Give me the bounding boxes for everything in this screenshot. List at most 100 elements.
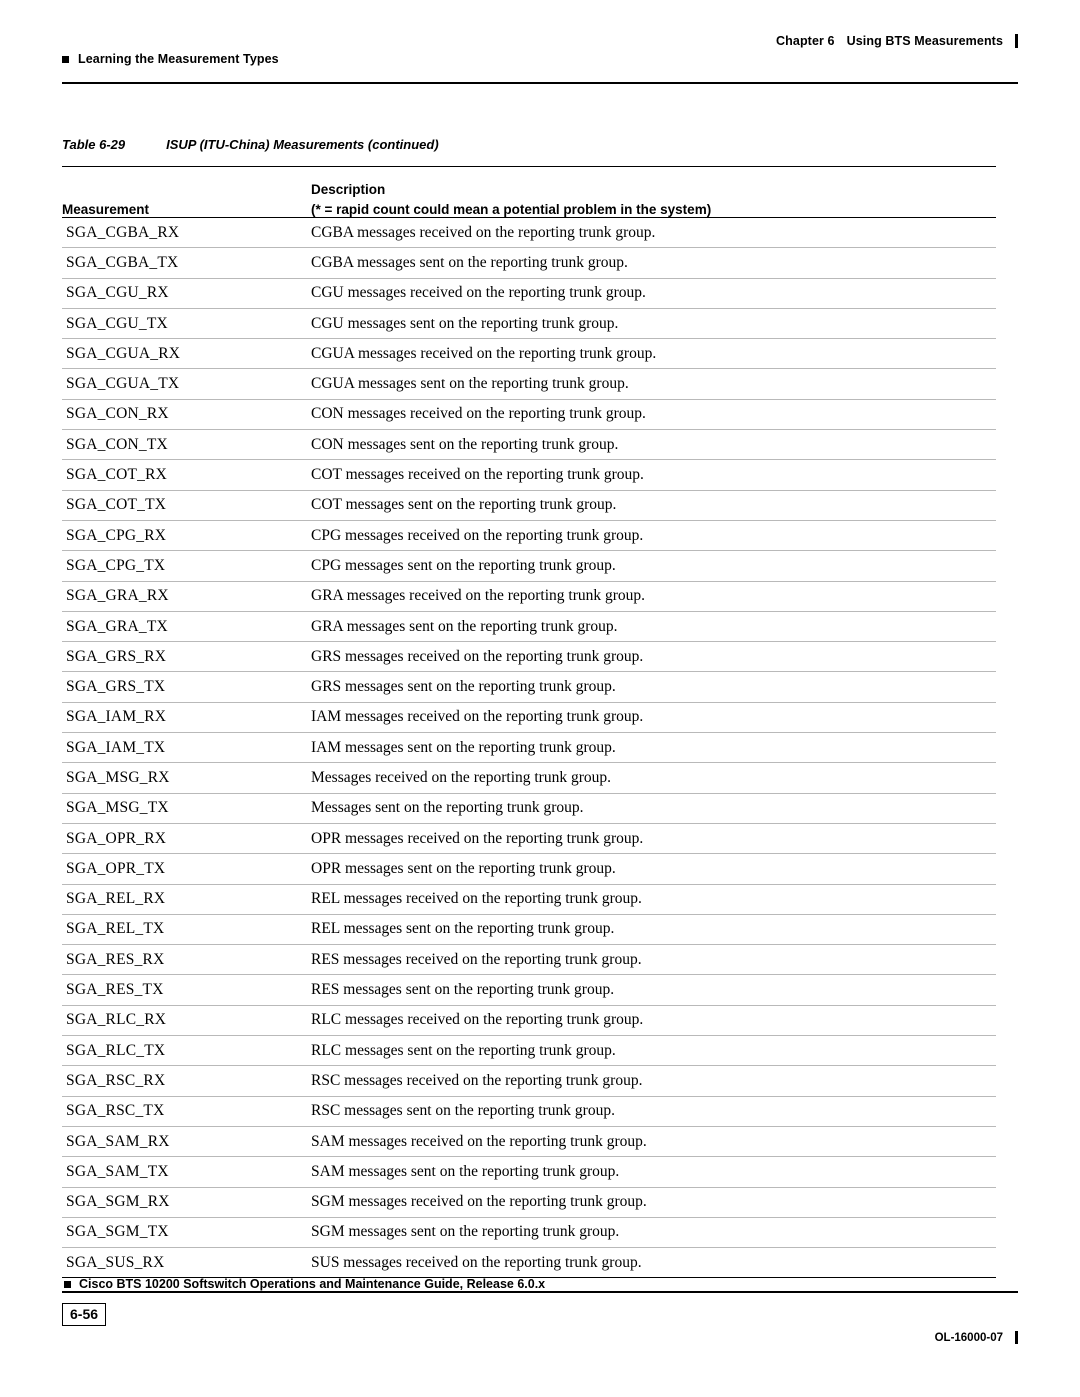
cell-description: CPG messages received on the reporting t… [307,520,996,552]
table-row: SGA_CPG_RX CPG messages received on the r… [62,520,996,552]
table-row: SGA_SUS_RX SUS messages received on the r… [62,1247,996,1279]
table-body: SGA_CGBA_RX CGBA messages received on the… [62,217,996,1279]
table-row: SGA_RES_TX RES messages sent on the repor… [62,974,996,1006]
cell-description: CGBA messages sent on the reporting trun… [307,247,996,279]
cell-description: GRS messages received on the reporting t… [307,641,996,673]
cell-measurement: SGA_GRA_TX [62,611,307,643]
cell-description: Messages received on the reporting trunk… [307,762,996,794]
table-row: SGA_GRS_TX GRS messages sent on the repor… [62,671,996,703]
cell-description: OPR messages received on the reporting t… [307,823,996,855]
footer-doc-id: OL-16000-07 [935,1331,1018,1344]
header-chapter-label: Chapter 6 [776,34,835,48]
cell-measurement: SGA_REL_TX [62,914,307,946]
cell-measurement: SGA_CPG_RX [62,520,307,552]
cell-description: CON messages received on the reporting t… [307,399,996,431]
header-chapter-info: Chapter 6 Using BTS Measurements [776,34,1018,48]
cell-description: REL messages received on the reporting t… [307,884,996,915]
cell-description: IAM messages sent on the reporting trunk… [307,732,996,764]
cell-description: CON messages sent on the reporting trunk… [307,429,996,461]
table-row: SGA_CGBA_TX CGBA messages sent on the rep… [62,247,996,279]
square-bullet-icon [62,55,69,63]
cell-measurement: SGA_CGUA_RX [62,338,307,370]
cell-description: CGU messages received on the reporting t… [307,278,996,309]
table-row: SGA_IAM_TX IAM messages sent on the repor… [62,732,996,764]
footer-square-bullet-icon [64,1281,71,1288]
cell-description: GRS messages sent on the reporting trunk… [307,671,996,703]
cell-description: CGU messages sent on the reporting trunk… [307,308,996,340]
cell-measurement: SGA_MSG_RX [62,762,307,794]
cell-measurement: SGA_GRS_RX [62,641,307,673]
cell-description: RES messages received on the reporting t… [307,944,996,976]
table-row: SGA_RES_RX RES messages received on the r… [62,944,996,976]
footer-guide-title: Cisco BTS 10200 Softswitch Operations an… [79,1277,546,1291]
footer-divider [62,1291,1018,1293]
cell-description: IAM messages received on the reporting t… [307,702,996,734]
column-header-measurement: Measurement [62,166,307,218]
cell-description: RES messages sent on the reporting trunk… [307,974,996,1006]
cell-measurement: SGA_COT_RX [62,459,307,491]
table-row: SGA_MSG_TX Messages sent on the reporting… [62,793,996,824]
cell-description: CGBA messages received on the reporting … [307,217,996,249]
table-row: SGA_CGUA_RX CGUA messages received on the… [62,338,996,370]
cell-measurement: SGA_SAM_TX [62,1156,307,1188]
table-caption-title: ISUP (ITU-China) Measurements (continued… [166,137,439,152]
cell-description: RSC messages received on the reporting t… [307,1065,996,1097]
cell-measurement: SGA_RSC_TX [62,1096,307,1127]
table-row: SGA_SGM_TX SGM messages sent on the repor… [62,1217,996,1249]
table-row: SGA_SGM_RX SGM messages received on the r… [62,1187,996,1218]
cell-measurement: SGA_CPG_TX [62,550,307,582]
table-row: SGA_CPG_TX CPG messages sent on the repor… [62,550,996,582]
page-number: 6-56 [62,1303,107,1326]
cell-measurement: SGA_SAM_RX [62,1126,307,1158]
table-row: SGA_REL_TX REL messages sent on the repor… [62,914,996,946]
table-row: SGA_IAM_RX IAM messages received on the r… [62,702,996,734]
table-header: Measurement Description (* = rapid count… [62,166,996,218]
header-chapter-title: Using BTS Measurements [846,34,1003,48]
cell-description: SGM messages sent on the reporting trunk… [307,1217,996,1249]
cell-measurement: SGA_IAM_TX [62,732,307,764]
cell-measurement: SGA_OPR_RX [62,823,307,855]
measurements-table: Measurement Description (* = rapid count… [62,166,996,1279]
footer-doc-id-text: OL-16000-07 [934,1331,1003,1344]
table-row: SGA_GRS_RX GRS messages received on the r… [62,641,996,673]
table-row: SGA_GRA_RX GRA messages received on the r… [62,581,996,612]
cell-measurement: SGA_CON_TX [62,429,307,461]
cell-description: SAM messages sent on the reporting trunk… [307,1156,996,1188]
table-row: SGA_RSC_RX RSC messages received on the r… [62,1065,996,1097]
page-header: Learning the Measurement Types Chapter 6… [62,34,1018,80]
cell-measurement: SGA_CGBA_TX [62,247,307,279]
cell-measurement: SGA_GRA_RX [62,581,307,612]
cell-measurement: SGA_CON_RX [62,399,307,431]
cell-measurement: SGA_MSG_TX [62,793,307,824]
table-row: SGA_CGBA_RX CGBA messages received on the… [62,217,996,249]
cell-measurement: SGA_RLC_TX [62,1035,307,1067]
cell-measurement: SGA_OPR_TX [62,853,307,885]
table-row: SGA_CGUA_TX CGUA messages sent on the rep… [62,368,996,400]
column-header-description-line2: (* = rapid count could mean a potential … [311,202,712,217]
table-row: SGA_CON_TX CON messages sent on the repor… [62,429,996,461]
cell-measurement: SGA_CGUA_TX [62,368,307,400]
cell-description: GRA messages received on the reporting t… [307,581,996,612]
header-divider [62,82,1018,84]
column-header-description-line1: Description [311,182,386,197]
table-caption: Table 6-29 ISUP (ITU-China) Measurements … [62,137,439,152]
cell-description: CGUA messages sent on the reporting trun… [307,368,996,400]
table-row: SGA_SAM_RX SAM messages received on the r… [62,1126,996,1158]
cell-description: SGM messages received on the reporting t… [307,1187,996,1218]
table-row: SGA_RLC_RX RLC messages received on the r… [62,1005,996,1037]
cell-description: COT messages received on the reporting t… [307,459,996,491]
cell-measurement: SGA_GRS_TX [62,671,307,703]
cell-description: RLC messages sent on the reporting trunk… [307,1035,996,1067]
cell-measurement: SGA_REL_RX [62,884,307,915]
footer-marker-bar [1015,1331,1018,1344]
cell-measurement: SGA_RLC_RX [62,1005,307,1037]
cell-measurement: SGA_RES_TX [62,974,307,1006]
cell-description: Messages sent on the reporting trunk gro… [307,793,996,824]
cell-description: RSC messages sent on the reporting trunk… [307,1096,996,1127]
table-row: SGA_GRA_TX GRA messages sent on the repor… [62,611,996,643]
table-row: SGA_REL_RX REL messages received on the r… [62,884,996,915]
table-row: SGA_COT_TX COT messages sent on the repor… [62,490,996,521]
cell-measurement: SGA_COT_TX [62,490,307,521]
cell-measurement: SGA_CGBA_RX [62,217,307,249]
header-left-text: Learning the Measurement Types [78,52,279,66]
